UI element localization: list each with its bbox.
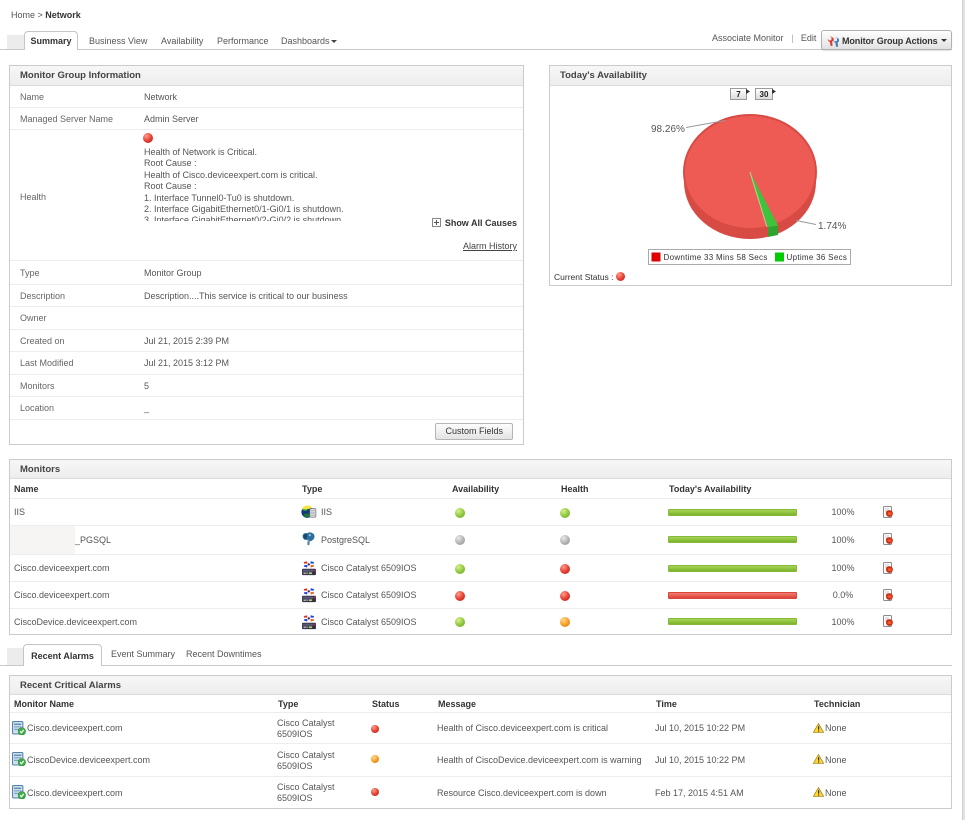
svg-text:Downtime 33 Mins 58 Secs: Downtime 33 Mins 58 Secs (664, 253, 768, 262)
svg-text:Uptime 36 Secs: Uptime 36 Secs (787, 253, 848, 262)
svg-text:1.74%: 1.74% (818, 221, 846, 232)
svg-text:98.26%: 98.26% (651, 124, 685, 135)
